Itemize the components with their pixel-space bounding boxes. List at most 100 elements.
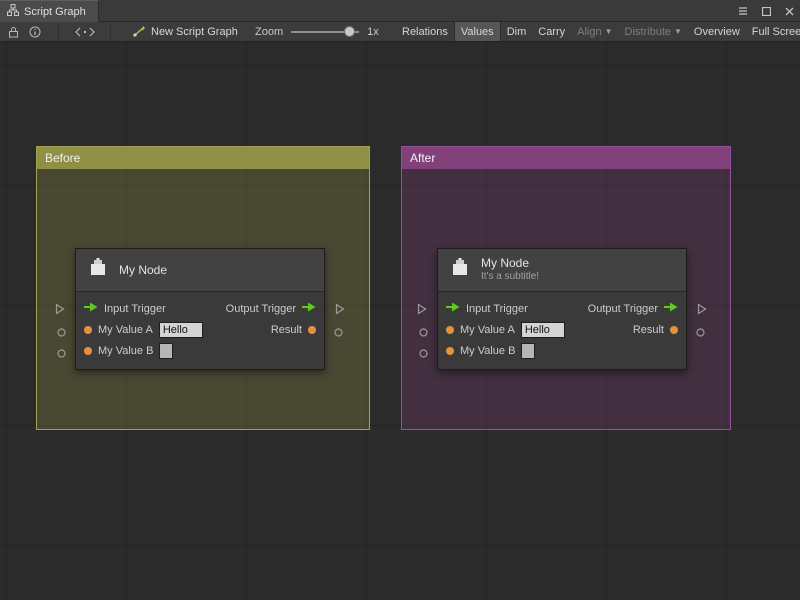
node-my-node-before[interactable]: My Node Input Trigger Output Trigger <box>75 248 325 370</box>
node-body: Input Trigger Output Trigger My Valu <box>76 292 324 369</box>
values-button[interactable]: Values <box>454 22 501 42</box>
group-before-title: Before <box>45 151 80 165</box>
value-input-port-icon[interactable] <box>84 347 92 355</box>
script-graph-asset-icon <box>133 25 146 40</box>
toolbar-separator-2 <box>110 25 111 39</box>
align-button[interactable]: Align ▼ <box>571 22 618 42</box>
input-trigger-label: Input Trigger <box>466 303 528 315</box>
external-flow-input-port[interactable] <box>417 302 427 320</box>
external-flow-output-port[interactable] <box>697 302 707 320</box>
node-subtitle: It's a subtitle! <box>481 271 539 283</box>
port-row: My Value B <box>438 340 686 361</box>
chevron-down-icon: ▼ <box>605 28 613 36</box>
zoom-value: 1x <box>367 26 379 38</box>
my-value-a-field[interactable] <box>521 322 565 338</box>
external-value-input-port[interactable] <box>419 324 428 342</box>
dim-label: Dim <box>507 26 527 38</box>
graph-breadcrumb[interactable]: New Script Graph <box>133 22 238 42</box>
flow-output-port-icon[interactable] <box>664 302 678 315</box>
chevron-down-icon: ▼ <box>674 28 682 36</box>
node-title: My Node <box>481 257 539 270</box>
group-after-header[interactable]: After <box>402 147 730 169</box>
relations-button[interactable]: Relations <box>396 22 454 42</box>
carry-button[interactable]: Carry <box>532 22 571 42</box>
unit-box-icon <box>86 256 110 285</box>
graph-name-label: New Script Graph <box>151 26 238 38</box>
node-title: My Node <box>119 264 167 277</box>
input-trigger-label: Input Trigger <box>104 303 166 315</box>
value-input-port-icon[interactable] <box>446 347 454 355</box>
value-input-port-icon[interactable] <box>446 326 454 334</box>
port-row: Input Trigger Output Trigger <box>438 298 686 319</box>
external-value-input-port[interactable] <box>419 345 428 363</box>
node-before-wrap: My Node Input Trigger Output Trigger <box>75 248 325 370</box>
zoom-label: Zoom <box>255 26 283 38</box>
title-bar: Script Graph <box>0 0 800 22</box>
unit-box-icon <box>448 256 472 285</box>
distribute-button[interactable]: Distribute▼ <box>619 22 688 42</box>
port-row: My Value B <box>76 340 324 361</box>
value-output-port-icon[interactable] <box>670 326 678 334</box>
window-menu-icon[interactable] <box>736 4 750 18</box>
script-graph-window: Script Graph <box>0 0 800 600</box>
align-label: Align <box>577 26 601 38</box>
tab-title: Script Graph <box>24 6 86 18</box>
carry-label: Carry <box>538 26 565 38</box>
value-input-port-icon[interactable] <box>84 326 92 334</box>
relations-label: Relations <box>402 26 448 38</box>
node-my-node-after[interactable]: My Node It's a subtitle! Input Trigger <box>437 248 687 370</box>
external-value-output-port[interactable] <box>696 324 705 342</box>
external-value-input-port[interactable] <box>57 324 66 342</box>
external-value-input-port[interactable] <box>57 345 66 363</box>
dim-button[interactable]: Dim <box>501 22 533 42</box>
node-after-wrap: My Node It's a subtitle! Input Trigger <box>437 248 687 370</box>
node-body: Input Trigger Output Trigger My Valu <box>438 292 686 369</box>
flow-input-port-icon[interactable] <box>446 302 460 315</box>
fullscreen-button[interactable]: Full Screen <box>746 22 800 42</box>
info-icon[interactable] <box>28 22 42 42</box>
result-label: Result <box>633 324 664 336</box>
fullscreen-label: Full Screen <box>752 26 800 38</box>
my-value-a-label: My Value A <box>460 324 515 336</box>
overview-label: Overview <box>694 26 740 38</box>
flow-input-port-icon[interactable] <box>84 302 98 315</box>
node-header[interactable]: My Node <box>76 249 324 292</box>
graph-canvas[interactable]: Before After <box>0 42 800 600</box>
overview-button[interactable]: Overview <box>688 22 746 42</box>
my-value-b-field[interactable] <box>159 343 173 359</box>
external-value-output-port[interactable] <box>334 324 343 342</box>
node-header[interactable]: My Node It's a subtitle! <box>438 249 686 292</box>
close-icon[interactable] <box>782 4 796 18</box>
my-value-b-label: My Value B <box>98 345 153 357</box>
port-row: Input Trigger Output Trigger <box>76 298 324 319</box>
distribute-label: Distribute <box>625 26 671 38</box>
external-flow-input-port[interactable] <box>55 302 65 320</box>
toolbar-separator <box>58 25 59 39</box>
output-trigger-label: Output Trigger <box>588 303 658 315</box>
code-icon[interactable] <box>72 22 98 42</box>
port-row: My Value A Result <box>76 319 324 340</box>
group-before-header[interactable]: Before <box>37 147 369 169</box>
lock-icon[interactable] <box>6 22 20 42</box>
flow-output-port-icon[interactable] <box>302 302 316 315</box>
my-value-b-label: My Value B <box>460 345 515 357</box>
tab-script-graph[interactable]: Script Graph <box>0 0 99 22</box>
zoom-slider[interactable] <box>291 22 359 42</box>
zoom-control: Zoom 1x <box>255 22 379 42</box>
values-label: Values <box>461 26 494 38</box>
result-label: Result <box>271 324 302 336</box>
toolbar-buttons: Relations Values Dim Carry Align ▼ Distri… <box>396 22 800 42</box>
graph-toolbar: New Script Graph Zoom 1x Relations Value… <box>0 22 800 42</box>
maximize-icon[interactable] <box>759 4 773 18</box>
external-flow-output-port[interactable] <box>335 302 345 320</box>
zoom-slider-handle[interactable] <box>344 26 355 37</box>
my-value-a-field[interactable] <box>159 322 203 338</box>
my-value-b-field[interactable] <box>521 343 535 359</box>
group-after-title: After <box>410 151 435 165</box>
my-value-a-label: My Value A <box>98 324 153 336</box>
graph-tab-icon <box>7 4 19 19</box>
output-trigger-label: Output Trigger <box>226 303 296 315</box>
window-controls <box>736 0 796 22</box>
value-output-port-icon[interactable] <box>308 326 316 334</box>
port-row: My Value A Result <box>438 319 686 340</box>
